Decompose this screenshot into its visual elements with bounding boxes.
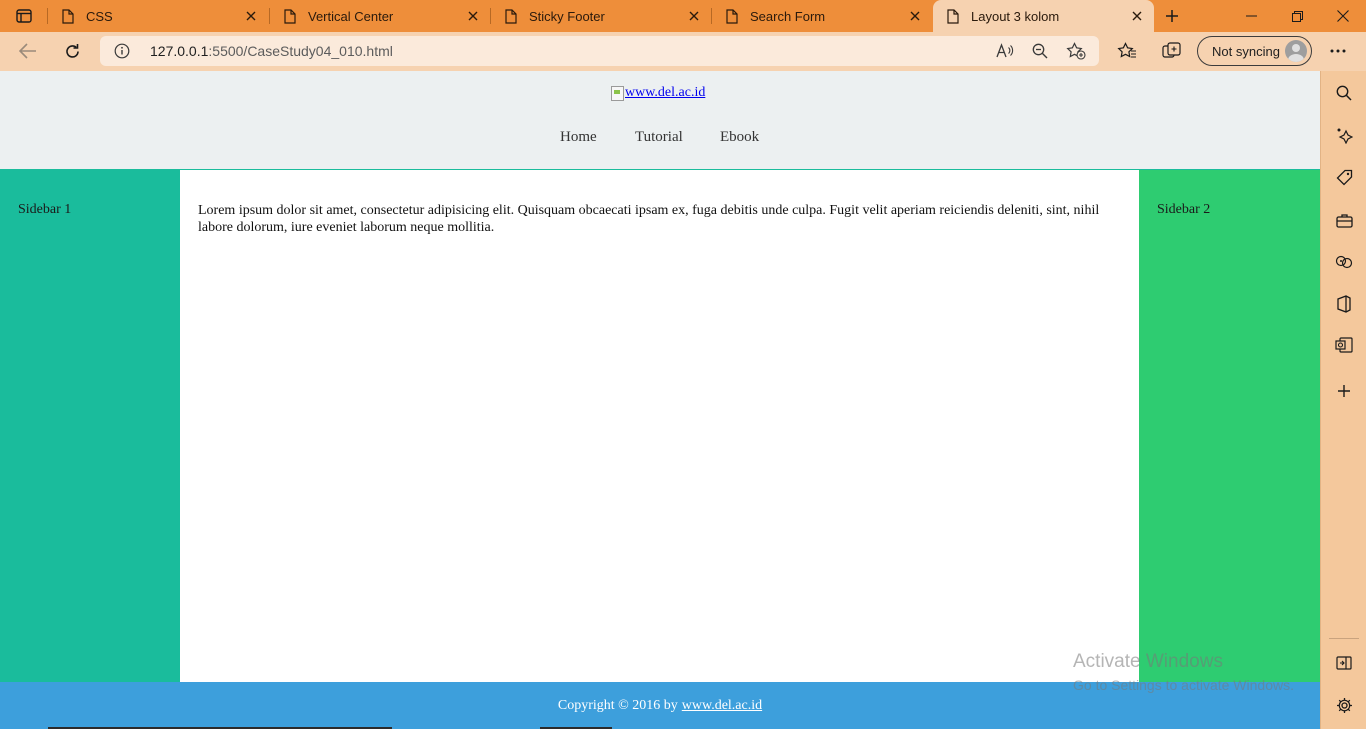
sidebar-settings-icon[interactable]	[1332, 693, 1356, 717]
discover-icon[interactable]	[1332, 123, 1356, 147]
settings-more-icon[interactable]	[1323, 37, 1353, 65]
add-sidebar-app-icon[interactable]	[1332, 379, 1356, 403]
tab-close-icon[interactable]	[1126, 5, 1148, 27]
page-icon	[945, 8, 961, 24]
read-aloud-icon[interactable]	[994, 41, 1016, 61]
tab-close-icon[interactable]	[240, 5, 262, 27]
minimize-button[interactable]	[1228, 0, 1274, 32]
tab-search-form[interactable]: Search Form	[712, 0, 932, 32]
sidebar-2: Sidebar 2	[1139, 170, 1320, 682]
office-icon[interactable]	[1332, 292, 1356, 316]
tab-close-icon[interactable]	[683, 5, 705, 27]
footer-link[interactable]: www.del.ac.id	[682, 698, 762, 714]
site-header: www.del.ac.id Home Tutorial Ebook	[0, 71, 1320, 170]
restore-button[interactable]	[1274, 0, 1320, 32]
edge-sidebar	[1320, 71, 1366, 729]
tab-title: CSS	[86, 8, 113, 24]
page-icon	[282, 8, 298, 24]
tools-briefcase-icon[interactable]	[1332, 208, 1356, 232]
nav-ebook[interactable]: Ebook	[720, 129, 759, 146]
sidebar-2-text: Sidebar 2	[1157, 202, 1211, 217]
page-icon	[503, 8, 519, 24]
site-info-icon[interactable]	[114, 43, 130, 59]
page-viewport: www.del.ac.id Home Tutorial Ebook Sideba…	[0, 71, 1320, 729]
add-favorite-icon[interactable]	[1065, 41, 1087, 61]
tab-vertical-center[interactable]: Vertical Center	[270, 0, 490, 32]
tab-title: Vertical Center	[308, 8, 394, 24]
tab-layout-3-kolom[interactable]: Layout 3 kolom	[933, 0, 1154, 32]
main-content: Lorem ipsum dolor sit amet, consectetur …	[180, 170, 1139, 682]
close-window-button[interactable]	[1320, 0, 1366, 32]
zoom-out-icon[interactable]	[1029, 41, 1051, 61]
tab-close-icon[interactable]	[904, 5, 926, 27]
outlook-icon[interactable]	[1332, 333, 1356, 357]
logo-link[interactable]: www.del.ac.id	[611, 85, 705, 101]
tab-sticky-footer[interactable]: Sticky Footer	[491, 0, 711, 32]
tab-title: Search Form	[750, 8, 826, 24]
activate-windows-watermark: Activate Windows Go to Settings to activ…	[1073, 651, 1294, 695]
browser-toolbar: 127.0.0.1:5500/CaseStudy04_010.html Not …	[0, 32, 1366, 71]
logo-alt-text: www.del.ac.id	[625, 85, 706, 100]
profile-label: Not syncing	[1212, 43, 1280, 59]
broken-image-icon	[611, 85, 624, 101]
tab-strip: CSS Vertical Center Sticky Footer Search…	[0, 0, 1366, 32]
search-icon[interactable]	[1332, 81, 1356, 105]
collections-icon[interactable]	[1156, 37, 1186, 65]
tab-title: Layout 3 kolom	[971, 8, 1060, 24]
favorites-icon[interactable]	[1112, 37, 1142, 65]
footer-copyright: Copyright © 2016 by	[557, 697, 678, 713]
tab-close-icon[interactable]	[462, 5, 484, 27]
sidebar-1-text: Sidebar 1	[18, 202, 72, 217]
url-text: 127.0.0.1:5500/CaseStudy04_010.html	[150, 43, 393, 59]
games-icon[interactable]	[1332, 250, 1356, 274]
url-host: 127.0.0.1	[150, 43, 209, 59]
nav-home[interactable]: Home	[560, 129, 597, 146]
watermark-subtitle: Go to Settings to activate Windows.	[1073, 677, 1294, 693]
page-icon	[60, 8, 76, 24]
tab-title: Sticky Footer	[529, 8, 605, 24]
profile-button[interactable]: Not syncing	[1197, 36, 1312, 66]
main-paragraph: Lorem ipsum dolor sit amet, consectetur …	[198, 203, 1100, 235]
refresh-button[interactable]	[57, 37, 87, 65]
back-button[interactable]	[13, 37, 43, 65]
address-bar[interactable]: 127.0.0.1:5500/CaseStudy04_010.html	[100, 36, 1099, 66]
url-path: :5500/CaseStudy04_010.html	[208, 43, 393, 59]
avatar	[1285, 40, 1307, 62]
sidebar-divider	[1329, 638, 1359, 639]
hide-sidebar-icon[interactable]	[1332, 651, 1356, 675]
new-tab-button[interactable]	[1159, 4, 1185, 28]
watermark-title: Activate Windows	[1073, 651, 1223, 672]
nav-tutorial[interactable]: Tutorial	[635, 129, 683, 146]
tab-actions-icon[interactable]	[10, 6, 38, 26]
shopping-tag-icon[interactable]	[1332, 165, 1356, 189]
page-icon	[724, 8, 740, 24]
tab-css[interactable]: CSS	[48, 0, 268, 32]
sidebar-1: Sidebar 1	[0, 170, 180, 682]
